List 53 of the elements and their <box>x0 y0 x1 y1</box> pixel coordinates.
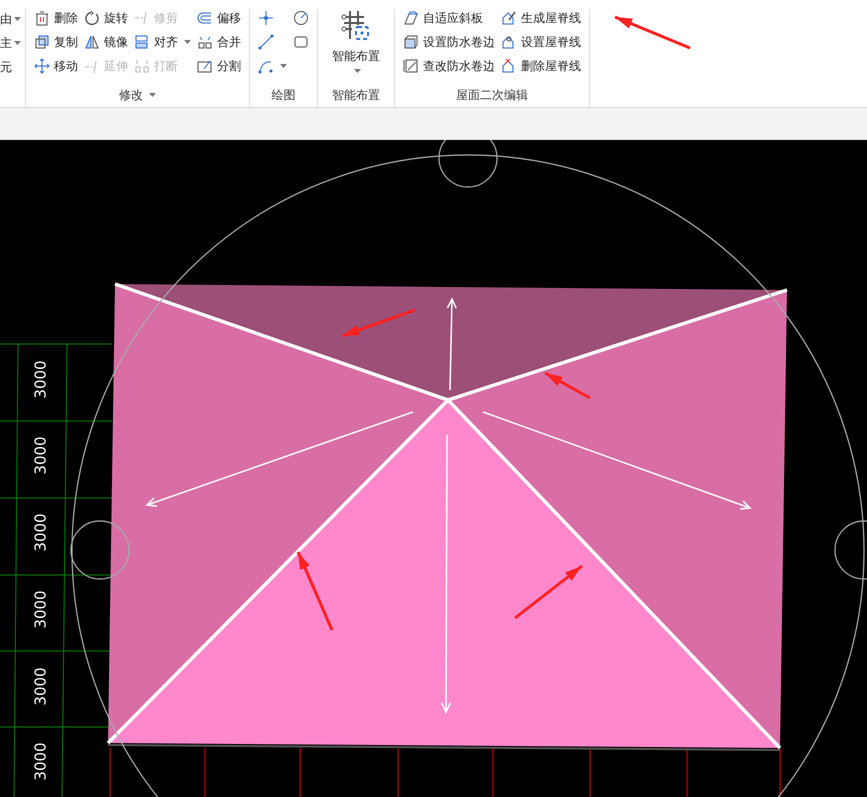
ribbon-button[interactable]: 主 <box>0 34 25 52</box>
ribbon-button[interactable]: 由 <box>0 10 25 28</box>
ribbon-button[interactable]: 设置屋脊线 <box>501 33 581 51</box>
ribbon-button[interactable]: 生成屋脊线 <box>501 9 581 27</box>
split-icon <box>197 58 213 74</box>
offset-icon <box>197 10 213 26</box>
edit-box-icon <box>403 58 419 74</box>
dimension-label: 3000 <box>34 742 49 781</box>
ribbon-button[interactable]: 分割 <box>197 57 241 75</box>
align-icon <box>134 34 150 50</box>
dimension-label: 3000 <box>34 513 49 552</box>
group-label: 修改 <box>119 87 143 104</box>
circle-icon <box>293 10 309 26</box>
group-menu-button[interactable] <box>147 93 156 97</box>
caret-icon <box>149 93 156 97</box>
ribbon-button[interactable]: 复制 <box>34 33 78 51</box>
circle-tool-button[interactable] <box>293 9 309 27</box>
dimension-label: 3000 <box>34 436 49 475</box>
rotate-icon <box>84 10 100 26</box>
ribbon-button[interactable]: 删除 <box>34 9 78 27</box>
ribbon-button[interactable]: 镜像 <box>84 33 128 51</box>
annotation-arrow <box>514 564 583 620</box>
mirror-icon <box>84 34 100 50</box>
ribbon-button[interactable]: 自适应斜板 <box>403 9 495 27</box>
dimension-label: 3000 <box>34 360 49 399</box>
dimension-label: 3000 <box>34 667 49 706</box>
ribbon-button[interactable]: 移动 <box>34 57 78 75</box>
ribbon-button[interactable]: 对齐 <box>134 33 191 51</box>
annotation-arrow <box>544 372 591 400</box>
roof-pen-icon <box>501 10 517 26</box>
slab-icon <box>403 10 419 26</box>
ribbon-button[interactable]: 元 <box>0 58 25 76</box>
ribbon-button[interactable]: 查改防水卷边 <box>403 57 495 75</box>
ribbon-button[interactable]: 偏移 <box>197 9 241 27</box>
dimension-label: 3000 <box>34 590 49 629</box>
ribbon-button[interactable]: 删除屋脊线 <box>501 57 581 75</box>
group-label: 屋面二次编辑 <box>456 87 528 104</box>
move-icon <box>34 58 50 74</box>
trash-icon <box>34 10 50 26</box>
smart-layout-button[interactable]: 智能布置 <box>326 9 386 85</box>
rectangle-icon <box>293 34 309 50</box>
grid-layout-icon <box>340 9 372 41</box>
ribbon-button[interactable]: 旋转 <box>84 9 128 27</box>
break-icon <box>134 58 150 74</box>
group-label: 智能布置 <box>332 87 380 104</box>
ribbon-button[interactable]: 设置防水卷边 <box>403 33 495 51</box>
point-icon <box>258 10 274 26</box>
line-icon <box>258 34 274 50</box>
ribbon-button[interactable]: 合并 <box>197 33 241 51</box>
merge-icon <box>197 34 213 50</box>
group-label: 绘图 <box>272 87 296 104</box>
box-icon <box>403 34 419 50</box>
copy-icon <box>34 34 50 50</box>
